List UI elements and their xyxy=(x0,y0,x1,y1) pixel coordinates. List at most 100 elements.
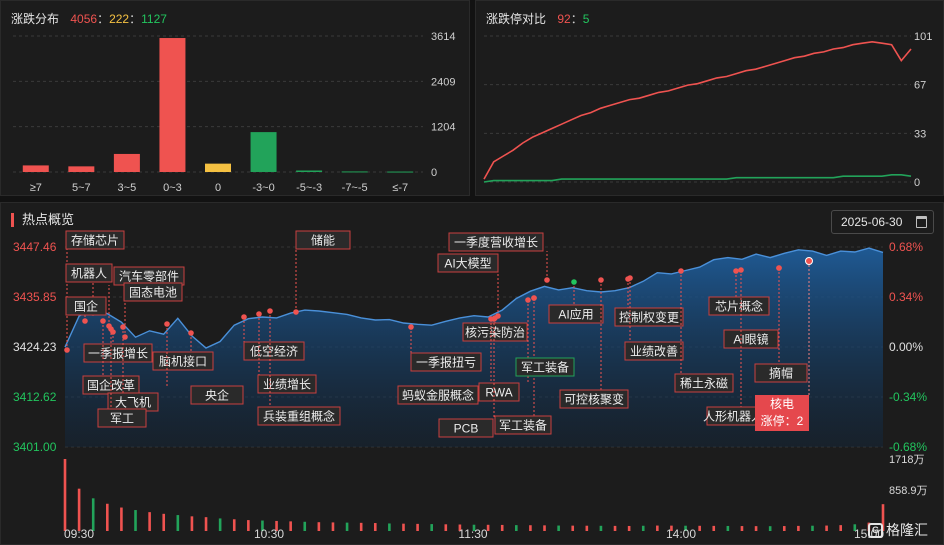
bar xyxy=(113,153,140,172)
concept-label: RWA xyxy=(485,386,512,400)
y-tick-label: 1204 xyxy=(431,122,455,134)
volume-bar xyxy=(627,525,631,531)
y-tick-label: 101 xyxy=(914,31,932,43)
volume-bar xyxy=(768,526,772,531)
concept-label: 一季报增长 xyxy=(88,346,148,361)
volume-bar xyxy=(176,515,180,531)
limit-ratio-panel: 涨跌停对比 92：5 101 67 33 0 xyxy=(475,0,944,196)
concept-label: AI应用 xyxy=(558,307,593,322)
bar xyxy=(159,38,186,172)
volume-tick: 858.9万 xyxy=(889,485,928,497)
label-dot xyxy=(241,314,247,320)
limit-ratio-chart: 101 67 33 0 xyxy=(483,31,932,189)
y-tick-label: 67 xyxy=(914,80,926,92)
label-dot xyxy=(544,277,550,283)
y-tick-label: 0 xyxy=(914,177,920,189)
concept-label: 军工 xyxy=(110,412,134,426)
y-left-label: 3401.00 xyxy=(13,440,57,454)
concept-label: 国企 xyxy=(74,299,98,314)
label-dot xyxy=(733,268,739,274)
x-tick-label: 09:30 xyxy=(64,527,94,541)
concept-label: 兵装重组概念 xyxy=(263,409,335,424)
label-dot xyxy=(678,268,684,274)
x-tick-label: -5~-3 xyxy=(296,182,322,194)
y-left-label: 3412.62 xyxy=(13,390,57,404)
volume-bar xyxy=(416,523,419,531)
label-dot xyxy=(64,347,70,353)
concept-label: 脑机接口 xyxy=(159,354,207,369)
concept-label: 军工装备 xyxy=(521,361,569,375)
volume-bar xyxy=(515,525,518,531)
y-tick-label: 2409 xyxy=(431,76,455,88)
label-dot xyxy=(598,277,604,283)
volume-bar xyxy=(754,526,758,531)
volume-bar xyxy=(317,522,321,531)
concept-label: 核污染防治 xyxy=(465,325,525,340)
label-dot xyxy=(805,257,813,265)
y-tick-label: 33 xyxy=(914,128,926,140)
y-left-label: 3424.23 xyxy=(13,340,57,354)
volume-tick: 1718万 xyxy=(889,454,924,466)
label-dot xyxy=(256,311,262,317)
y-left-label: 3435.85 xyxy=(13,290,57,304)
bar xyxy=(205,163,231,172)
bar xyxy=(296,170,323,172)
volume-bar xyxy=(190,516,194,531)
volume-bar xyxy=(571,525,575,531)
volume-bar xyxy=(543,525,546,531)
x-tick-label: 5~7 xyxy=(72,182,91,194)
label-dot xyxy=(100,318,106,324)
label-dot xyxy=(627,275,633,281)
concept-label: 核电 xyxy=(770,397,794,411)
volume-bar xyxy=(529,525,532,531)
logo-text: 格隆汇 xyxy=(886,522,928,538)
x-tick-label: 3~5 xyxy=(118,182,137,194)
concept-label: PCB xyxy=(454,422,479,436)
volume-bar xyxy=(120,507,123,531)
concept-label: 汽车零部件 xyxy=(119,269,179,284)
label-dot xyxy=(293,309,299,315)
volume-bar xyxy=(373,523,377,531)
concept-label: 人形机器人 xyxy=(703,410,763,424)
volume-bar xyxy=(134,510,137,531)
y-right-label: -0.34% xyxy=(889,390,927,404)
watermark-logo: G 格隆汇 xyxy=(868,520,928,540)
distribution-chart: 3614 2409 1204 0 ≥7 5~7 3~5 0~3 0 -3~0 -5~-3 -7~-5 ≤… xyxy=(13,31,455,194)
label-dot xyxy=(531,295,537,301)
x-tick-label: 10:30 xyxy=(254,527,284,541)
concept-label: 央企 xyxy=(205,388,229,403)
label-dot xyxy=(82,318,88,324)
concept-label: 稀土永磁 xyxy=(680,376,728,391)
concept-label: AI眼镜 xyxy=(733,332,768,347)
series-line xyxy=(483,174,912,183)
volume-bar xyxy=(77,488,81,531)
bar xyxy=(250,132,277,172)
label-dot xyxy=(738,267,744,273)
volume-bar xyxy=(162,513,166,531)
volume-bar xyxy=(63,459,67,531)
logo-mark: G xyxy=(868,522,883,538)
volume-bar xyxy=(345,522,349,531)
concept-label: 低空经济 xyxy=(250,344,298,359)
volume-bar xyxy=(797,525,800,531)
concept-label: 可控核聚变 xyxy=(564,392,624,407)
concept-label: 机器人 xyxy=(71,267,107,281)
concept-label: 储能 xyxy=(311,233,335,248)
volume-bar xyxy=(247,520,250,531)
limit-up-label: 涨停：2 xyxy=(761,413,804,428)
volume-bar xyxy=(402,523,405,531)
label-dot xyxy=(267,308,273,314)
volume-bar xyxy=(585,525,589,531)
label-dot xyxy=(491,316,497,322)
bar xyxy=(22,165,49,172)
volume-bar xyxy=(825,525,828,531)
volume-bar xyxy=(303,521,307,531)
x-tick-label: 14:00 xyxy=(666,527,696,541)
volume-bar xyxy=(641,525,645,531)
volume-bar xyxy=(444,524,448,531)
volume-bar xyxy=(331,522,335,531)
volume-bar xyxy=(204,517,208,531)
y-right-label: 0.00% xyxy=(889,340,923,354)
volume-bar xyxy=(839,525,842,531)
hotspot-chart: 3447.46 0.68% 3435.85 0.34% 3424.23 0.00% 3412… xyxy=(13,230,928,541)
